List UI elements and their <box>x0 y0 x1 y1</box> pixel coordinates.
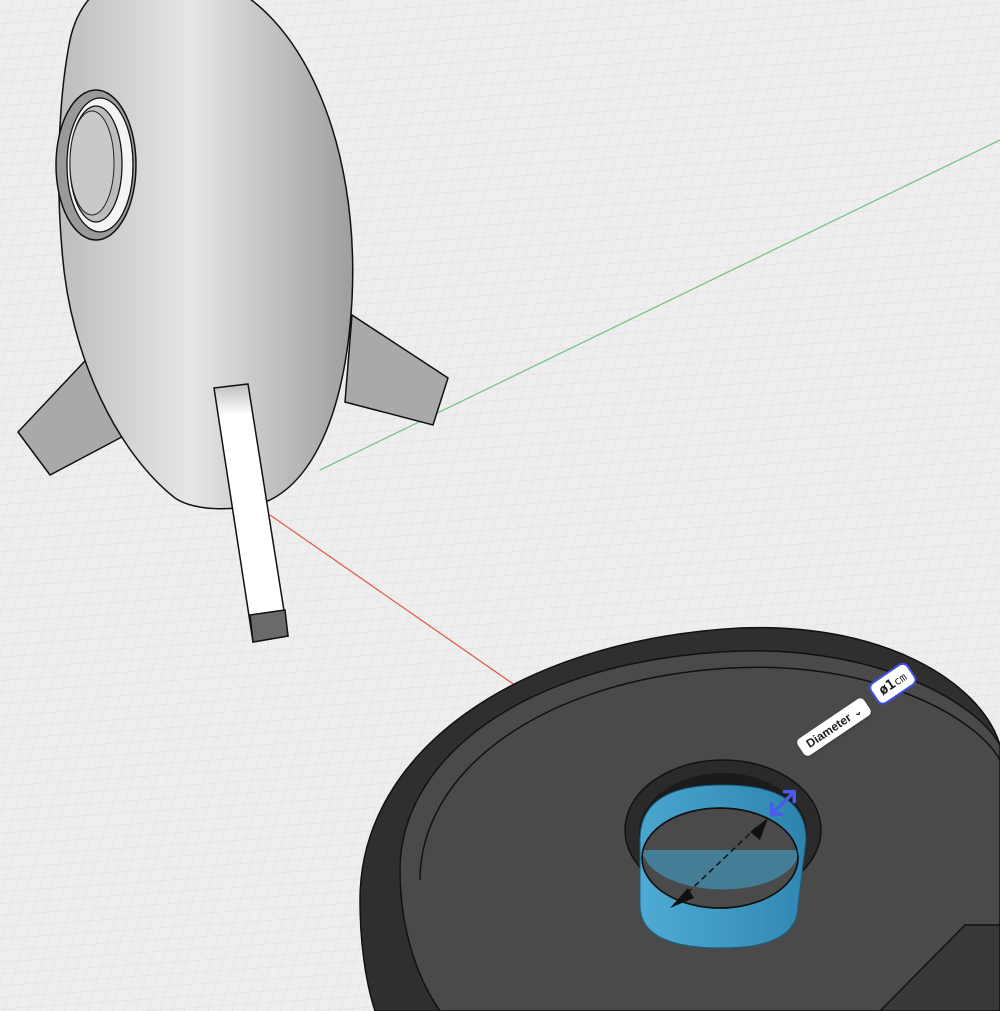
rocket-leg-foot <box>249 609 289 643</box>
scene-canvas[interactable] <box>0 0 1000 1011</box>
3d-viewport[interactable]: Diameter⌄ ø1cm <box>0 0 1000 1011</box>
hole-feature[interactable] <box>624 759 822 949</box>
chevron-down-icon: ⌄ <box>851 705 865 720</box>
porthole <box>55 89 137 241</box>
